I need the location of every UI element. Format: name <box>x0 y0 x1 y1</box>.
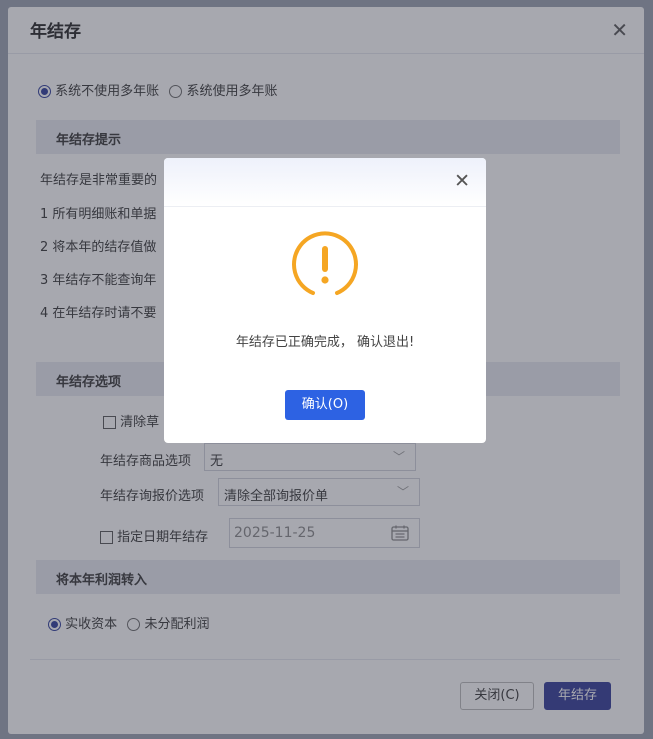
warning-circle-icon <box>289 230 361 306</box>
confirm-button[interactable]: 确认(O) <box>285 390 365 420</box>
modal-message: 年结存已正确完成， 确认退出! <box>235 335 415 350</box>
close-icon[interactable]: ✕ <box>454 172 470 191</box>
modal-header: ✕ <box>164 158 486 207</box>
confirm-modal: ✕ 年结存已正确完成， 确认退出! 确认(O) <box>164 158 486 443</box>
